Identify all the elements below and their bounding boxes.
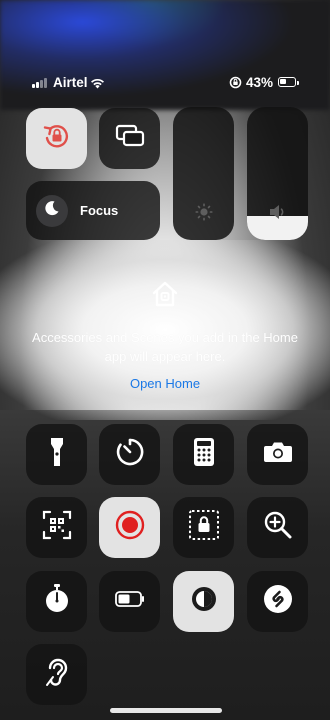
- magnifier-icon: [263, 510, 293, 545]
- screen-mirroring-button[interactable]: [99, 108, 160, 169]
- qr-code-icon: [42, 510, 72, 545]
- guided-access-button[interactable]: [173, 497, 234, 558]
- code-scanner-button[interactable]: [26, 497, 87, 558]
- timer-icon: [115, 437, 145, 472]
- battery-icon: [278, 77, 299, 87]
- flashlight-button[interactable]: [26, 424, 87, 485]
- hearing-button[interactable]: [26, 644, 87, 705]
- screen-recording-button[interactable]: [99, 497, 160, 558]
- camera-icon: [263, 440, 293, 469]
- speaker-icon: [268, 203, 288, 226]
- sun-icon: [194, 203, 213, 226]
- screen-mirroring-icon: [114, 122, 146, 155]
- home-empty-message: Accessories and Scenes you add in the Ho…: [32, 330, 298, 364]
- status-bar: Airtel 43%: [0, 72, 330, 92]
- low-power-mode-button[interactable]: [99, 571, 160, 632]
- record-icon: [114, 509, 146, 546]
- signal-icon: [32, 78, 48, 88]
- focus-icon-circle: [36, 194, 68, 227]
- timer-button[interactable]: [99, 424, 160, 485]
- orientation-lock-icon: [41, 120, 73, 157]
- wallpaper-blur-top: [0, 0, 330, 110]
- focus-button[interactable]: Focus: [26, 181, 160, 240]
- battery-fill: [280, 79, 286, 84]
- home-module: Accessories and Scenes you add in the Ho…: [30, 280, 300, 395]
- magnifier-button[interactable]: [247, 497, 308, 558]
- orientation-lock-button[interactable]: [26, 108, 87, 169]
- battery-percentage: 43%: [246, 75, 274, 90]
- calculator-button[interactable]: [173, 424, 234, 485]
- camera-button[interactable]: [247, 424, 308, 485]
- calculator-icon: [193, 437, 215, 472]
- home-indicator[interactable]: [110, 708, 222, 713]
- focus-label: Focus: [80, 203, 119, 218]
- battery-mode-icon: [114, 591, 145, 612]
- wifi-icon: [90, 76, 105, 94]
- dark-mode-button[interactable]: [173, 571, 234, 632]
- orientation-lock-status-icon: [229, 76, 242, 94]
- stopwatch-icon: [43, 583, 71, 620]
- volume-slider[interactable]: [247, 107, 308, 240]
- home-icon: [150, 280, 180, 313]
- ear-icon: [44, 656, 70, 693]
- flashlight-icon: [49, 436, 65, 473]
- stopwatch-button[interactable]: [26, 571, 87, 632]
- moon-icon: [43, 199, 61, 222]
- dark-mode-icon: [189, 584, 219, 619]
- carrier-name: Airtel: [53, 75, 88, 90]
- shazam-icon: [262, 583, 294, 620]
- open-home-link[interactable]: Open Home: [30, 376, 300, 391]
- brightness-slider[interactable]: [173, 107, 234, 240]
- shazam-button[interactable]: [247, 571, 308, 632]
- guided-access-icon: [188, 509, 220, 546]
